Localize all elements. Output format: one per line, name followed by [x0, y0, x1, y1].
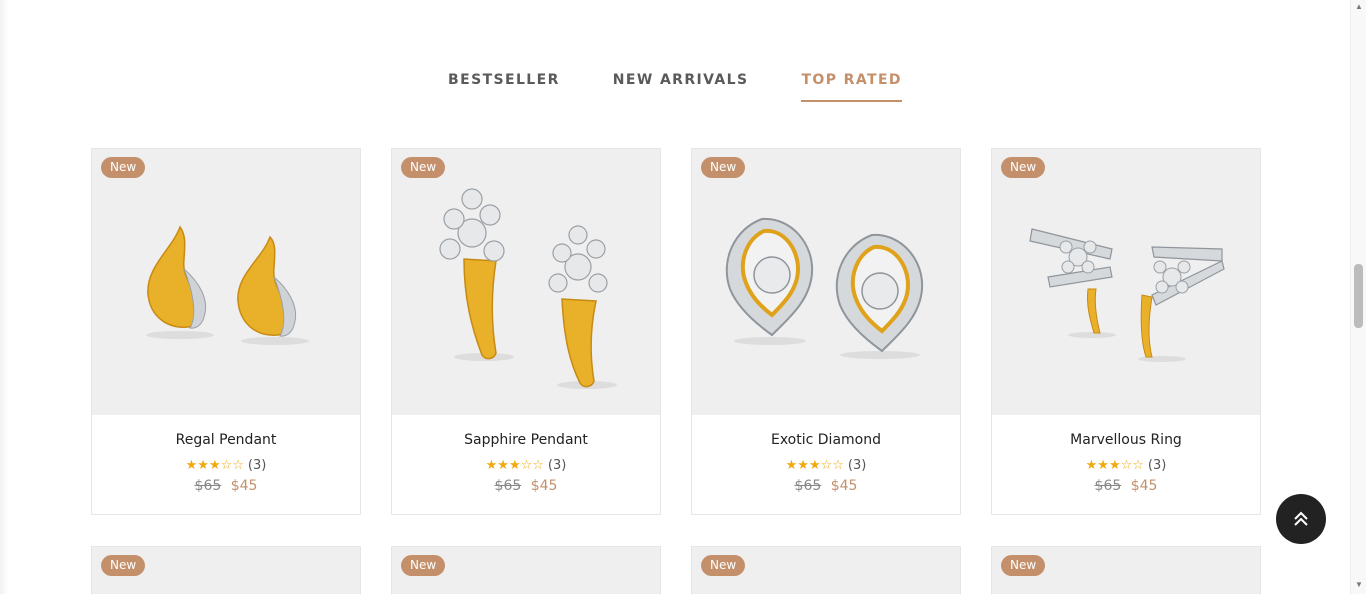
product-price: $65 $45 [992, 478, 1260, 494]
product-price: $65 $45 [692, 478, 960, 494]
product-card[interactable]: New Sapphire Pendant ★★★☆☆ (3) $65 $45 [391, 148, 661, 515]
review-count: (3) [547, 457, 567, 473]
product-tabs: BESTSELLER NEW ARRIVALS TOP RATED [0, 72, 1350, 102]
product-image[interactable]: New [692, 547, 960, 594]
product-image[interactable]: New [92, 149, 360, 415]
product-rating: ★★★☆☆ (3) [92, 457, 360, 473]
scroll-to-top-button[interactable] [1276, 494, 1326, 544]
tab-new-arrivals[interactable]: NEW ARRIVALS [613, 72, 749, 102]
vertical-scrollbar[interactable]: ▲ ▼ [1350, 0, 1366, 594]
product-card[interactable]: New Regal Pendant ★★★☆☆ (3) $65 $45 [91, 148, 361, 515]
page: BESTSELLER NEW ARRIVALS TOP RATED New Re… [0, 0, 1366, 594]
sale-price: $45 [1130, 478, 1158, 494]
product-image[interactable]: New [392, 149, 660, 415]
new-badge: New [701, 555, 746, 576]
product-title[interactable]: Regal Pendant [92, 432, 360, 448]
product-info: Exotic Diamond ★★★☆☆ (3) $65 $45 [692, 415, 960, 514]
tab-top-rated[interactable]: TOP RATED [801, 72, 902, 102]
scroll-down-arrow-icon[interactable]: ▼ [1354, 580, 1364, 590]
new-badge: New [1001, 157, 1046, 178]
star-rating-icon: ★★★☆☆ [185, 457, 244, 473]
new-badge: New [701, 157, 746, 178]
double-chevron-up-icon [1294, 511, 1308, 526]
old-price: $65 [494, 478, 522, 494]
product-title[interactable]: Sapphire Pendant [392, 432, 660, 448]
product-price: $65 $45 [392, 478, 660, 494]
star-rating-icon: ★★★☆☆ [485, 457, 544, 473]
old-price: $65 [794, 478, 822, 494]
scroll-up-arrow-icon[interactable]: ▲ [1354, 2, 1364, 12]
product-info: Sapphire Pendant ★★★☆☆ (3) $65 $45 [392, 415, 660, 514]
sale-price: $45 [530, 478, 558, 494]
product-image[interactable]: New [992, 547, 1260, 594]
new-badge: New [401, 157, 446, 178]
product-image[interactable]: New [92, 547, 360, 594]
product-rating: ★★★☆☆ (3) [692, 457, 960, 473]
new-badge: New [1001, 555, 1046, 576]
product-price: $65 $45 [92, 478, 360, 494]
old-price: $65 [1094, 478, 1122, 494]
new-badge: New [101, 157, 146, 178]
scrollbar-thumb[interactable] [1354, 264, 1363, 328]
product-card[interactable]: New [991, 546, 1261, 594]
tab-bestseller[interactable]: BESTSELLER [448, 72, 560, 102]
gold-swirl-earrings-image [146, 225, 309, 345]
flower-diamond-earrings-image [439, 188, 617, 389]
review-count: (3) [247, 457, 267, 473]
teardrop-solitaire-earrings-image [725, 217, 924, 359]
product-rating: ★★★☆☆ (3) [392, 457, 660, 473]
product-card[interactable]: New Exotic Diamond ★★★☆☆ (3) $65 $45 [691, 148, 961, 515]
review-count: (3) [1147, 457, 1167, 473]
product-info: Marvellous Ring ★★★☆☆ (3) $65 $45 [992, 415, 1260, 514]
review-count: (3) [847, 457, 867, 473]
old-price: $65 [194, 478, 222, 494]
flower-bar-earrings-image [1029, 228, 1225, 362]
product-card[interactable]: New [691, 546, 961, 594]
product-card[interactable]: New Marvellous Ring ★★★☆☆ (3) $65 $45 [991, 148, 1261, 515]
product-image[interactable]: New [692, 149, 960, 415]
product-card[interactable]: New [91, 546, 361, 594]
new-badge: New [101, 555, 146, 576]
product-card[interactable]: New [391, 546, 661, 594]
star-rating-icon: ★★★☆☆ [1085, 457, 1144, 473]
new-badge: New [401, 555, 446, 576]
product-image[interactable]: New [992, 149, 1260, 415]
product-info: Regal Pendant ★★★☆☆ (3) $65 $45 [92, 415, 360, 514]
product-title[interactable]: Exotic Diamond [692, 432, 960, 448]
product-title[interactable]: Marvellous Ring [992, 432, 1260, 448]
sale-price: $45 [830, 478, 858, 494]
product-image[interactable]: New [392, 547, 660, 594]
product-rating: ★★★☆☆ (3) [992, 457, 1260, 473]
sale-price: $45 [230, 478, 258, 494]
star-rating-icon: ★★★☆☆ [785, 457, 844, 473]
